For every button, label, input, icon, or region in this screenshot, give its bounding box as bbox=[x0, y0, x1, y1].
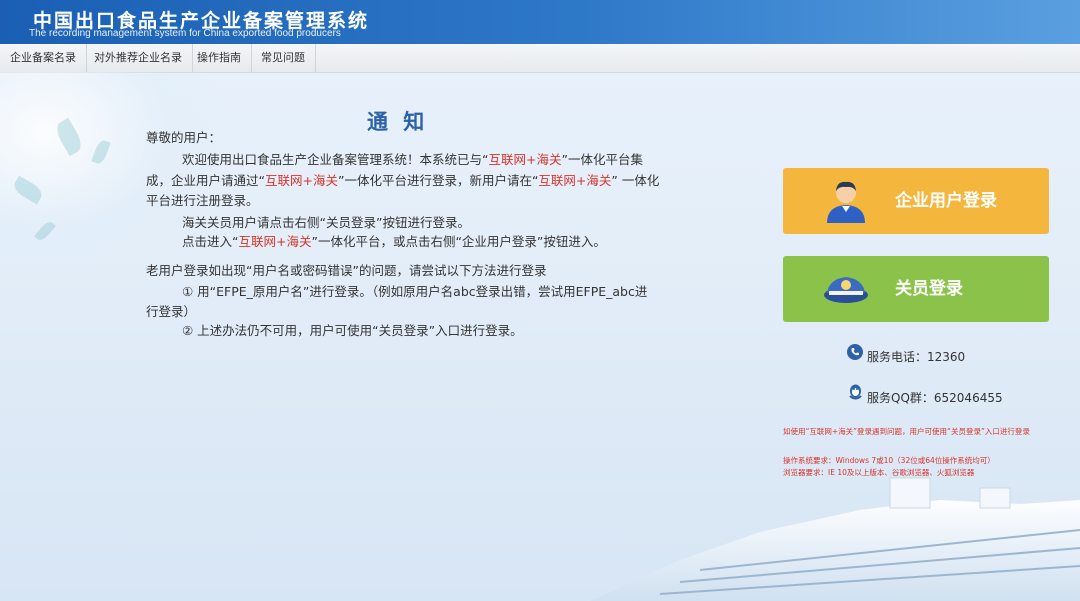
notice-paragraph-line: 海关关员用户请点击右侧“关员登录”按钮进行登录。 bbox=[182, 215, 470, 230]
nav-item-faq[interactable]: 常见问题 bbox=[251, 44, 316, 72]
customs-officer-login-button[interactable]: 关员登录 bbox=[783, 256, 1049, 322]
user-icon bbox=[827, 181, 865, 223]
service-phone: 服务电话：12360 bbox=[867, 350, 966, 364]
header-banner: 中国出口食品生产企业备案管理系统 The recording managemen… bbox=[0, 0, 1080, 44]
service-qq: 服务QQ群：652046455 bbox=[867, 391, 1003, 405]
login-help-note: 如使用“互联网+海关”登录遇到问题，用户可使用“关员登录”入口进行登录 bbox=[783, 427, 1030, 436]
notice-paragraph-line: 行登录） bbox=[146, 304, 197, 319]
notice-paragraph-line: 老用户登录如出现“用户名或密码错误”的问题，请尝试以下方法进行登录 bbox=[146, 263, 547, 278]
nav-item-enterprise-list[interactable]: 企业备案名录 bbox=[0, 44, 87, 72]
notice-title: 通 知 bbox=[367, 110, 429, 134]
nav-item-guide[interactable]: 操作指南 bbox=[187, 44, 252, 72]
os-requirement: 操作系统要求：Windows 7或10（32位或64位操作系统均可） bbox=[783, 456, 995, 465]
top-nav: 企业备案名录 对外推荐企业名录 操作指南 常见问题 bbox=[0, 44, 1080, 73]
nav-item-recommended-list[interactable]: 对外推荐企业名录 bbox=[84, 44, 193, 72]
notice-greeting: 尊敬的用户： bbox=[146, 130, 222, 145]
enterprise-login-button[interactable]: 企业用户登录 bbox=[783, 168, 1049, 234]
notice-paragraph-line: 成，企业用户请通过“互联网+海关”一体化平台进行登录，新用户请在“互联网+海关”… bbox=[146, 173, 660, 188]
notice-paragraph-line: ① 用“EFPE_原用户名”进行登录。（例如原用户名abc登录出错，尝试用EFP… bbox=[182, 284, 648, 299]
browser-requirement: 浏览器要求：IE 10及以上版本、谷歌浏览器、火狐浏览器 bbox=[783, 468, 975, 477]
officer-cap-icon bbox=[824, 277, 868, 303]
notice-paragraph-line: 欢迎使用出口食品生产企业备案管理系统！本系统已与“互联网+海关”一体化平台集 bbox=[182, 152, 643, 167]
customs-login-label: 关员登录 bbox=[895, 279, 963, 299]
cruise-ship-illustration bbox=[590, 477, 1080, 601]
system-subtitle: The recording management system for Chin… bbox=[29, 28, 341, 39]
notice-paragraph-line: ② 上述办法仍不可用，用户可使用“关员登录”入口进行登录。 bbox=[182, 323, 523, 338]
notice-paragraph-line: 平台进行注册登录。 bbox=[146, 193, 259, 208]
phone-icon bbox=[847, 344, 863, 360]
qq-icon bbox=[849, 384, 862, 400]
notice-paragraph-line: 点击进入“互联网+海关”一体化平台，或点击右侧“企业用户登录”按钮进入。 bbox=[182, 234, 606, 249]
enterprise-login-label: 企业用户登录 bbox=[895, 191, 997, 211]
